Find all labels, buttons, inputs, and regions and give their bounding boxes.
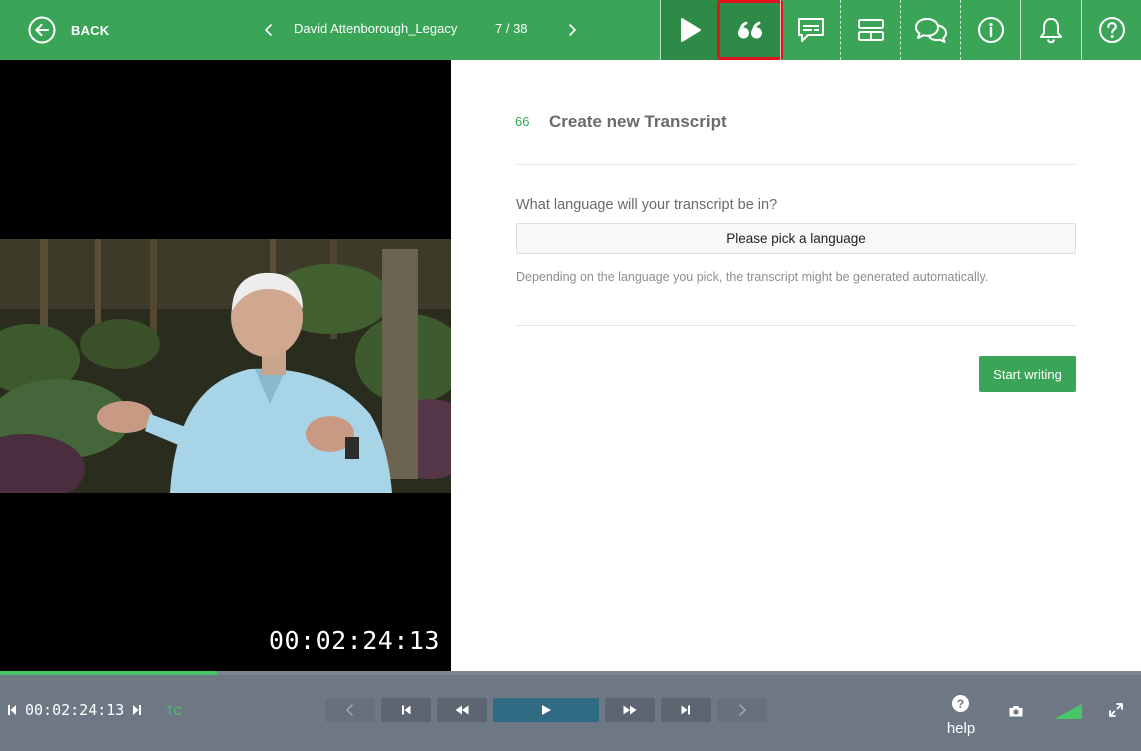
language-select[interactable]: Please pick a language	[516, 223, 1076, 254]
quote-icon	[738, 21, 762, 39]
skip-to-end-button[interactable]	[661, 698, 711, 722]
camera-icon[interactable]	[1008, 704, 1024, 718]
fullscreen-icon[interactable]	[1109, 703, 1123, 717]
divider	[516, 164, 1076, 165]
quote-mark-icon: 66	[515, 114, 530, 129]
volume-icon[interactable]	[1054, 702, 1082, 719]
help-icon	[1098, 17, 1125, 43]
layout-tool-button[interactable]	[840, 0, 900, 60]
subtitles-tool-button[interactable]	[780, 0, 840, 60]
rewind-button[interactable]	[437, 698, 487, 722]
timecode-mode-toggle[interactable]: TC	[166, 704, 182, 718]
video-timecode-overlay: 00:02:24:13	[268, 626, 440, 655]
notifications-tool-button[interactable]	[1020, 0, 1080, 60]
question-icon: ?	[952, 695, 969, 712]
back-label: BACK	[71, 22, 110, 38]
chevron-left-icon	[346, 704, 353, 716]
language-question: What language will your transcript be in…	[516, 197, 778, 213]
info-icon	[977, 17, 1004, 43]
play-tool-button[interactable]	[660, 0, 720, 60]
language-hint: Depending on the language you pick, the …	[516, 270, 989, 284]
top-bar: BACK David Attenborough_Legacy 7 / 38	[0, 0, 1141, 60]
play-button[interactable]	[493, 698, 599, 722]
progress-bar[interactable]	[0, 671, 1141, 675]
progress-fill	[0, 671, 217, 675]
bell-icon	[1039, 18, 1062, 44]
player-timecode: 00:02:24:13	[25, 701, 125, 719]
chevron-right-icon[interactable]	[565, 20, 579, 40]
help-tool-button[interactable]	[1081, 0, 1141, 60]
next-button[interactable]	[717, 698, 767, 722]
step-forward-icon[interactable]	[132, 704, 142, 716]
play-icon	[680, 18, 701, 42]
play-icon	[542, 705, 551, 715]
comments-tool-button[interactable]	[900, 0, 960, 60]
video-player[interactable]: 00:02:24:13	[0, 60, 451, 671]
player-help-button[interactable]: ? help	[944, 694, 978, 738]
back-button[interactable]: BACK	[28, 16, 109, 44]
help-label: help	[946, 720, 976, 737]
arrow-left-circle-icon	[28, 16, 56, 44]
rewind-icon	[455, 705, 469, 715]
document-title: David Attenborough_Legacy	[294, 21, 458, 36]
panel-title: Create new Transcript	[549, 112, 727, 131]
fast-forward-button[interactable]	[605, 698, 655, 722]
comments-icon	[914, 18, 947, 43]
layout-icon	[857, 19, 884, 41]
skip-to-start-icon	[402, 705, 411, 715]
step-back-icon[interactable]	[7, 704, 17, 716]
fast-forward-icon	[623, 705, 637, 715]
player-controls-bar: 00:02:24:13 TC ? help	[0, 671, 1141, 751]
chevron-right-icon	[739, 704, 746, 716]
transcript-tool-button[interactable]	[717, 0, 783, 60]
transcript-panel: 66 Create new Transcript What language w…	[451, 60, 1141, 671]
video-frame	[0, 239, 451, 493]
skip-to-start-button[interactable]	[381, 698, 431, 722]
subtitles-icon	[797, 18, 824, 42]
divider	[516, 325, 1076, 326]
document-position: 7 / 38	[495, 21, 528, 36]
start-writing-button[interactable]: Start writing	[979, 356, 1076, 392]
previous-button[interactable]	[325, 698, 375, 722]
info-tool-button[interactable]	[960, 0, 1020, 60]
skip-to-end-icon	[681, 705, 690, 715]
chevron-left-icon[interactable]	[262, 20, 276, 40]
